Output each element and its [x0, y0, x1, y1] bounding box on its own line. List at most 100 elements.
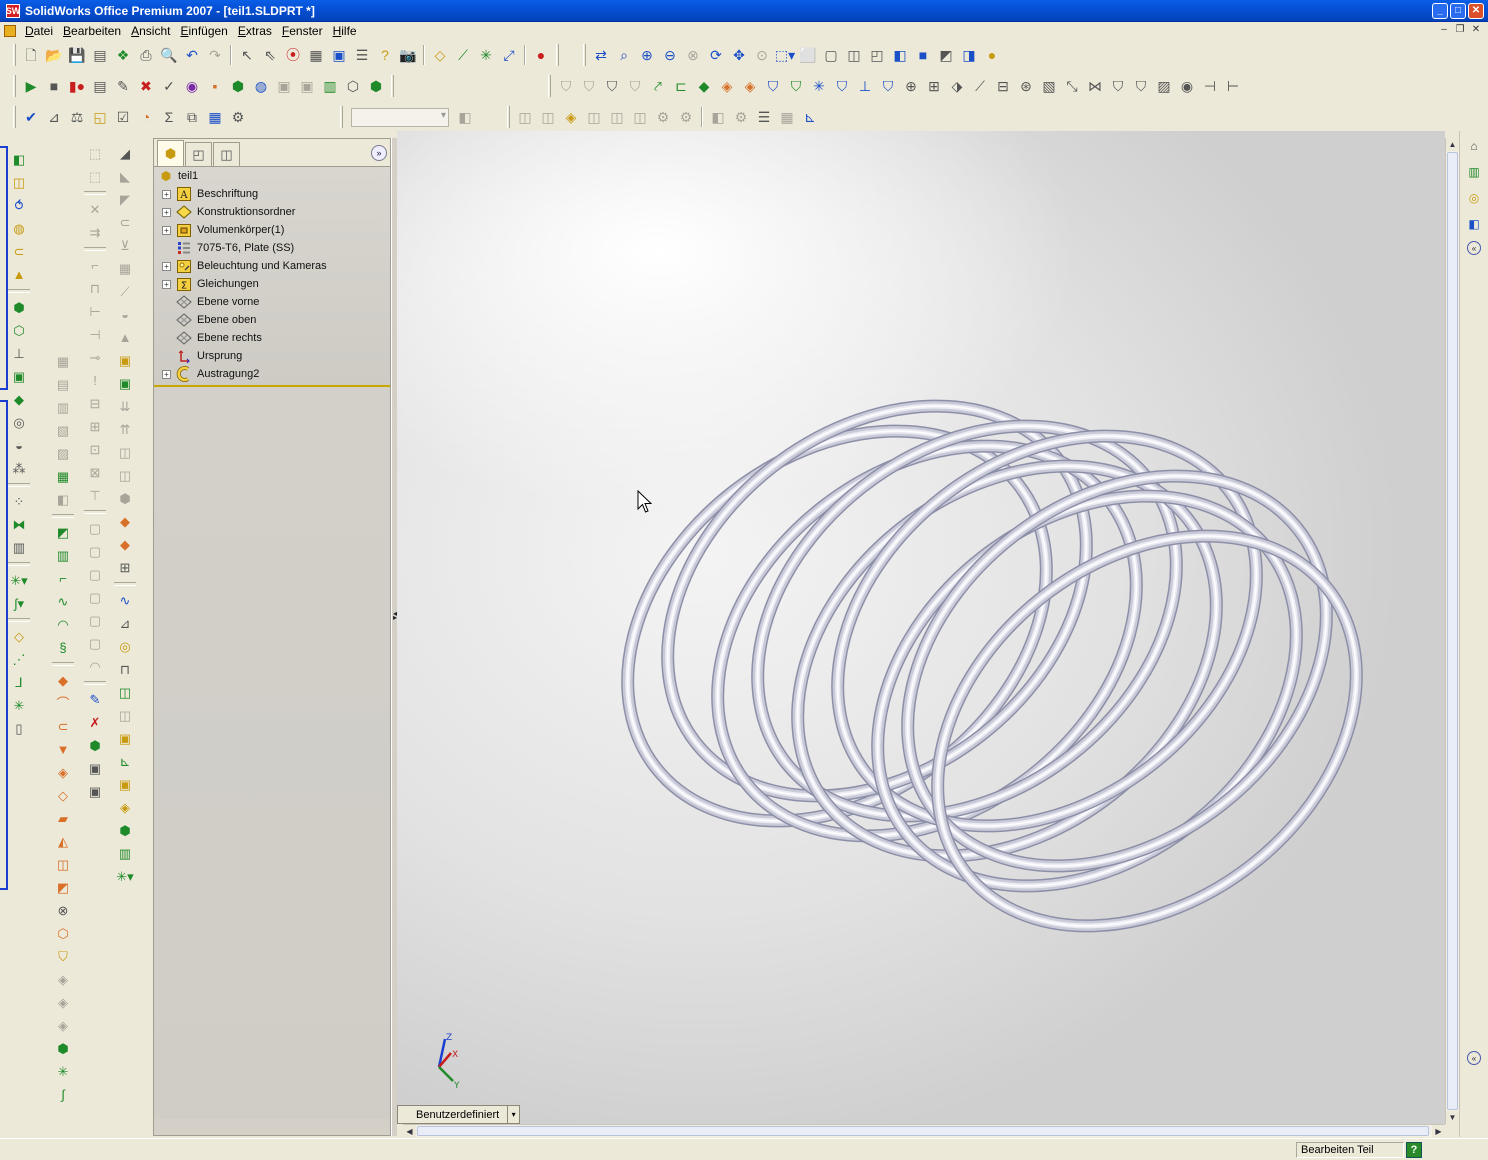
line-format-2-icon[interactable]: ⚙	[730, 106, 752, 128]
sheet-metal-9-icon[interactable]: ◫	[52, 853, 74, 876]
roll-view-icon[interactable]: ⊙	[751, 44, 773, 66]
custom-macro-icon[interactable]: ✓	[158, 75, 180, 97]
menu-extras[interactable]: Extras	[233, 24, 277, 38]
sketch-relation-icon[interactable]: ✗	[84, 711, 106, 734]
rebuild-traffic-light-icon[interactable]: ⦿	[282, 44, 304, 66]
stop-macro-icon[interactable]: ■	[43, 75, 65, 97]
revolve-boss-icon[interactable]: ◫	[8, 171, 30, 194]
surface-8-icon[interactable]: ◒	[114, 303, 136, 326]
sketch-disabled-14-icon[interactable]: ⊠	[84, 461, 106, 484]
filter-axes-icon[interactable]: ⤤	[647, 75, 669, 97]
tree-item-right-plane[interactable]: Ebene rechts	[154, 329, 390, 347]
wireframe-icon[interactable]: ⬜	[797, 44, 819, 66]
coord-ref-icon[interactable]: ⅃	[8, 671, 30, 694]
menu-datei[interactable]: Datei	[20, 24, 58, 38]
edit-macro-icon[interactable]: ✎	[112, 75, 134, 97]
filter-surface-icon[interactable]: ⛉	[762, 75, 784, 97]
collapse-task-pane-icon[interactable]: «	[1467, 241, 1481, 255]
measure-icon[interactable]: ⊿	[43, 106, 65, 128]
mate-ref-icon[interactable]: ▯	[8, 717, 30, 740]
line-sketch-icon[interactable]: ⌐	[52, 567, 74, 590]
pair-curve-icon[interactable]: ▥	[114, 842, 136, 865]
draft-analysis-icon[interactable]: ⧉	[181, 106, 203, 128]
layer-tool-3-icon[interactable]: ◫	[583, 106, 605, 128]
scroll-down-icon[interactable]: ▼	[1446, 1111, 1459, 1124]
surface-18-icon[interactable]: ◆	[114, 533, 136, 556]
layer-tool-6-icon[interactable]: ⚙	[652, 106, 674, 128]
sketch-disabled-13-icon[interactable]: ⊡	[84, 438, 106, 461]
section-view-icon[interactable]: ◨	[958, 44, 980, 66]
sheet-metal-12-icon[interactable]: ⬡	[52, 922, 74, 945]
combo-tool-icon[interactable]: ◧	[454, 106, 476, 128]
projected-curve-icon[interactable]: ◎	[114, 635, 136, 658]
filter-edges-icon[interactable]: ⛉	[601, 75, 623, 97]
sheet-metal-14-icon[interactable]: ◈	[52, 968, 74, 991]
sheet-metal-6-icon[interactable]: ◇	[52, 784, 74, 807]
tree-item-solid-bodies[interactable]: + Volumenkörper(1)	[154, 221, 390, 239]
hidden-lines-removed-icon[interactable]: ◫	[843, 44, 865, 66]
sketch-disabled-15-icon[interactable]: ⊤	[84, 484, 106, 507]
toolbox-icon[interactable]: ◍	[250, 75, 272, 97]
filter-sketch-icon[interactable]: ◆	[693, 75, 715, 97]
sheet-metal-18-icon[interactable]: ✳	[52, 1060, 74, 1083]
sketch-disabled-3-icon[interactable]: ✕	[84, 198, 106, 221]
minimize-button[interactable]: _	[1432, 3, 1448, 19]
expand-toggle[interactable]: +	[162, 207, 171, 217]
sheet-metal-3-icon[interactable]: ⊂	[52, 715, 74, 738]
new-document-icon[interactable]: 🗋	[20, 44, 42, 66]
smart-dimension-icon[interactable]: ▥	[52, 544, 74, 567]
record-pause-icon[interactable]: ▮●	[66, 75, 88, 97]
sketch-disabled-19-icon[interactable]: ▢	[84, 586, 106, 609]
surface-4-icon[interactable]: ⊂	[114, 211, 136, 234]
rib-icon[interactable]: ⊥	[8, 342, 30, 365]
plane-ref-icon[interactable]: ◇	[8, 625, 30, 648]
sheet-metal-2-icon[interactable]: ⌒	[52, 692, 74, 715]
angle-curve-icon[interactable]: ⊾	[114, 750, 136, 773]
tree-item-equations[interactable]: + Σ Gleichungen	[154, 275, 390, 293]
sketch-disabled-11-icon[interactable]: ⊟	[84, 392, 106, 415]
layer-tool-4-icon[interactable]: ◫	[606, 106, 628, 128]
graphics-area[interactable]: Z X Y Benutzerdefiniert ▾	[397, 131, 1445, 1124]
hidden-lines-visible-icon[interactable]: ▢	[820, 44, 842, 66]
sketch-tool-icon[interactable]: ◩	[52, 521, 74, 544]
helix-icon[interactable]: §	[52, 636, 74, 659]
tree-root[interactable]: ⬢ teil1	[154, 167, 390, 185]
add-in-icon[interactable]: ⬢	[227, 75, 249, 97]
view-orientation-combo[interactable]: Benutzerdefiniert ▾	[397, 1105, 521, 1124]
expand-toggle[interactable]: +	[162, 225, 171, 235]
sketch-disabled-17-icon[interactable]: ▢	[84, 540, 106, 563]
curve-through-points-icon[interactable]: ◫	[114, 681, 136, 704]
sketch-disabled-21-icon[interactable]: ▢	[84, 632, 106, 655]
sweep-boss-icon[interactable]: ⥀	[8, 194, 30, 217]
solidworks-resources-icon[interactable]: ⌂	[1464, 135, 1484, 157]
plane-tool-icon[interactable]: ◇	[429, 44, 451, 66]
sketch-disabled-22-icon[interactable]: ◠	[84, 655, 106, 678]
filter-datum-icon[interactable]: ✳	[808, 75, 830, 97]
feature-works-icon[interactable]: ⚙	[227, 106, 249, 128]
run-macro-icon[interactable]: ▶	[20, 75, 42, 97]
filter-clear-icon[interactable]: ⊢	[1222, 75, 1244, 97]
design-library-icon[interactable]: ▥	[319, 75, 341, 97]
mold-tool-1-icon[interactable]: ▦	[52, 350, 74, 373]
equations-toolbar-icon[interactable]: Σ	[158, 106, 180, 128]
draft-icon[interactable]: ◆	[8, 388, 30, 411]
realview-sphere-icon[interactable]: ●	[981, 44, 1003, 66]
reference-geometry-icon[interactable]: ✳▾	[8, 569, 30, 592]
design-library-pane-icon[interactable]: ▥	[1464, 161, 1484, 183]
surface-3-icon[interactable]: ◤	[114, 188, 136, 211]
menu-einfuegen[interactable]: Einfügen	[175, 24, 232, 38]
maximize-button[interactable]: □	[1450, 3, 1466, 19]
expand-toggle[interactable]: +	[162, 279, 171, 289]
macro-script-icon[interactable]: ▪	[204, 75, 226, 97]
surface-6-icon[interactable]: ▦	[114, 257, 136, 280]
filter-balloon-icon[interactable]: ⟋	[969, 75, 991, 97]
surface-1-icon[interactable]: ◢	[114, 142, 136, 165]
macro-tool-icon[interactable]: ◉	[181, 75, 203, 97]
draft-quality-icon[interactable]: ◰	[866, 44, 888, 66]
line-thickness-icon[interactable]: ☰	[753, 106, 775, 128]
shaded-icon[interactable]: ■	[912, 44, 934, 66]
make-drawing-icon[interactable]: ▤	[89, 44, 111, 66]
surface-19-icon[interactable]: ⊞	[114, 556, 136, 579]
fillet-icon[interactable]: ⬢	[8, 296, 30, 319]
sketch-rotate-icon[interactable]: ▣	[84, 780, 106, 803]
